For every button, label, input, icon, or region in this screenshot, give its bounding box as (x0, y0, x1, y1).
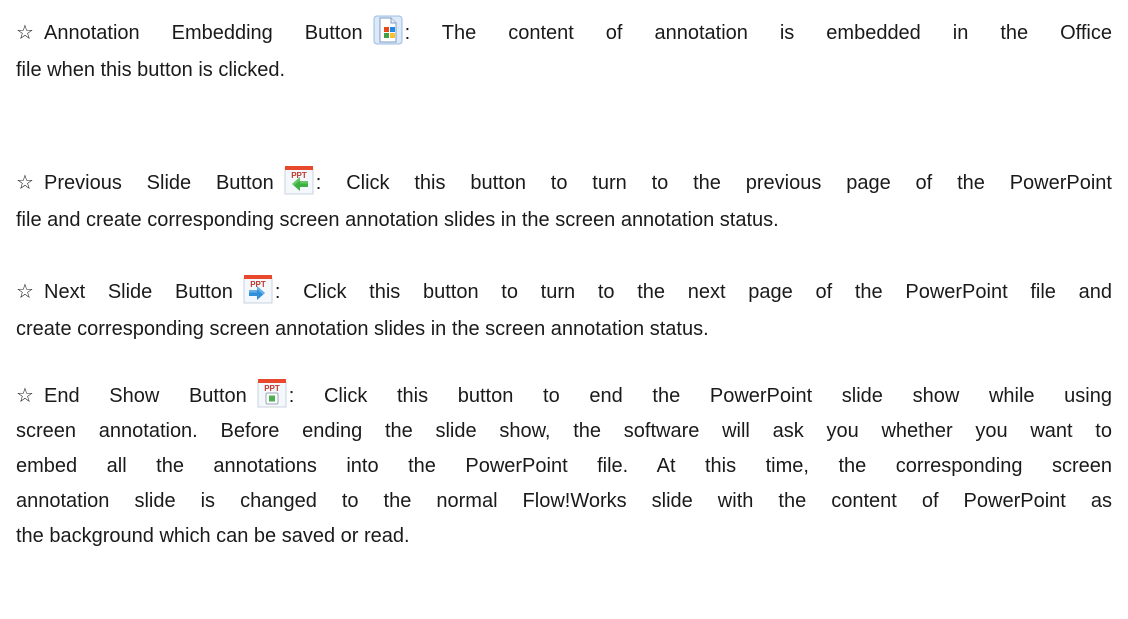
item-line: screen annotation. Before ending the sli… (16, 420, 1112, 442)
item-line: embed all the annotations into the Power… (16, 455, 1112, 477)
button-name: Next Slide Button (44, 281, 233, 303)
help-document: ☆ Annotation Embedding Button : The conte… (0, 0, 1128, 619)
item-line: file and create corresponding screen ann… (16, 209, 779, 231)
button-name: End Show Button (44, 385, 247, 407)
next-slide-description: ☆ Next Slide Button PPT : Click this butt… (16, 274, 1112, 348)
end-show-description: ☆ End Show Button PPT : Click this button… (16, 378, 1112, 554)
ppt-end-show-icon: PPT (257, 378, 287, 408)
star-bullet-icon: ☆ (16, 385, 34, 407)
button-description: : Click this button to turn to the previ… (315, 172, 1112, 194)
star-bullet-icon: ☆ (16, 22, 34, 44)
annotation-embedding-description: ☆ Annotation Embedding Button : The conte… (16, 15, 1112, 89)
item-line: ☆ Annotation Embedding Button : The conte… (16, 15, 1112, 52)
ppt-previous-slide-icon: PPT (284, 165, 314, 195)
item-line: create corresponding screen annotation s… (16, 318, 709, 340)
item-line: the background which can be saved or rea… (16, 525, 410, 547)
ppt-label: PPT (264, 384, 280, 393)
button-name: Annotation Embedding Button (44, 22, 363, 44)
button-description: : The content of annotation is embedded … (404, 22, 1112, 44)
button-description: : Click this button to turn to the next … (274, 281, 1112, 303)
item-line: ☆ Previous Slide Button PPT : Click this … (16, 165, 1112, 202)
item-line: ☆ Next Slide Button PPT : Click this butt… (16, 274, 1112, 311)
annotation-embed-icon (373, 15, 403, 45)
ppt-next-slide-icon: PPT (243, 274, 273, 304)
item-line: file when this button is clicked. (16, 59, 286, 81)
star-bullet-icon: ☆ (16, 172, 34, 194)
previous-slide-description: ☆ Previous Slide Button PPT : Click this … (16, 165, 1112, 239)
item-line: annotation slide is changed to the norma… (16, 490, 1112, 512)
button-name: Previous Slide Button (44, 172, 274, 194)
star-bullet-icon: ☆ (16, 281, 34, 303)
button-description: : Click this button to end the PowerPoin… (288, 385, 1112, 407)
item-line: ☆ End Show Button PPT : Click this button… (16, 378, 1112, 414)
